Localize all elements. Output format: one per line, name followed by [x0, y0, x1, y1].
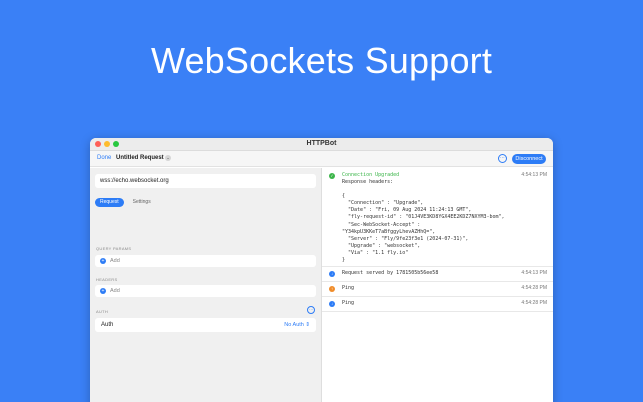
- add-query-param-row[interactable]: + Add: [95, 255, 316, 267]
- toolbar: Done Untitled Request ⌄ ⋯ Disconnect: [90, 151, 553, 167]
- log-title: Request served by 1781505b56ee58: [342, 270, 439, 276]
- chevron-down-icon[interactable]: ⌄: [165, 155, 171, 161]
- log-item[interactable]: ↑ Ping 4:54:28 PM: [322, 282, 553, 297]
- auth-row-label: Auth: [101, 322, 114, 328]
- add-header-label: Add: [110, 288, 120, 294]
- disconnect-button[interactable]: Disconnect: [512, 154, 546, 164]
- log-item[interactable]: ↓ Request served by 1781505b56ee58 4:54:…: [322, 267, 553, 282]
- arrow-up-icon: ↑: [329, 286, 335, 292]
- request-tabs: Request Settings: [95, 198, 156, 207]
- plus-icon: +: [100, 258, 106, 264]
- main-area: wss://echo.websocket.org Request Setting…: [90, 168, 553, 402]
- request-pane: wss://echo.websocket.org Request Setting…: [90, 168, 322, 402]
- window-title: HTTPBot: [306, 140, 337, 147]
- check-icon: ✓: [329, 173, 335, 179]
- log-body: Response headers: { "Connection" : "Upgr…: [342, 179, 505, 264]
- request-title[interactable]: Untitled Request: [116, 155, 164, 161]
- arrow-down-icon: ↓: [329, 301, 335, 307]
- log-time: 4:54:28 PM: [521, 285, 547, 291]
- tab-request[interactable]: Request: [95, 198, 124, 207]
- auth-row[interactable]: Auth No Auth ⇕: [95, 318, 316, 332]
- app-window: HTTPBot Done Untitled Request ⌄ ⋯ Discon…: [90, 138, 553, 402]
- url-input[interactable]: wss://echo.websocket.org: [95, 174, 316, 188]
- log-item[interactable]: ✓ Connection Upgraded Response headers: …: [322, 168, 553, 267]
- headline: WebSockets Support: [150, 40, 493, 81]
- auth-type-select[interactable]: No Auth ⇕: [284, 322, 310, 328]
- plus-icon: +: [100, 288, 106, 294]
- query-params-label: QUERY PARAMS: [96, 246, 132, 251]
- more-options-icon[interactable]: ⋯: [498, 154, 507, 163]
- title-bar: HTTPBot: [90, 138, 553, 151]
- log-title: Ping: [342, 300, 355, 306]
- log-item[interactable]: ↓ Ping 4:54:28 PM: [322, 297, 553, 312]
- auth-more-icon[interactable]: ⋯: [307, 306, 315, 314]
- arrow-down-icon: ↓: [329, 271, 335, 277]
- log-time: 4:54:13 PM: [521, 270, 547, 276]
- tab-settings[interactable]: Settings: [128, 198, 156, 207]
- log-time: 4:54:13 PM: [521, 172, 547, 178]
- add-query-param-label: Add: [110, 258, 120, 264]
- response-log-pane: ✓ Connection Upgraded Response headers: …: [322, 168, 553, 402]
- log-time: 4:54:28 PM: [521, 300, 547, 306]
- headers-label: HEADERS: [96, 277, 118, 282]
- add-header-row[interactable]: + Add: [95, 285, 316, 297]
- auth-label: AUTH: [96, 309, 109, 314]
- log-title: Ping: [342, 285, 355, 291]
- done-button[interactable]: Done: [97, 155, 111, 161]
